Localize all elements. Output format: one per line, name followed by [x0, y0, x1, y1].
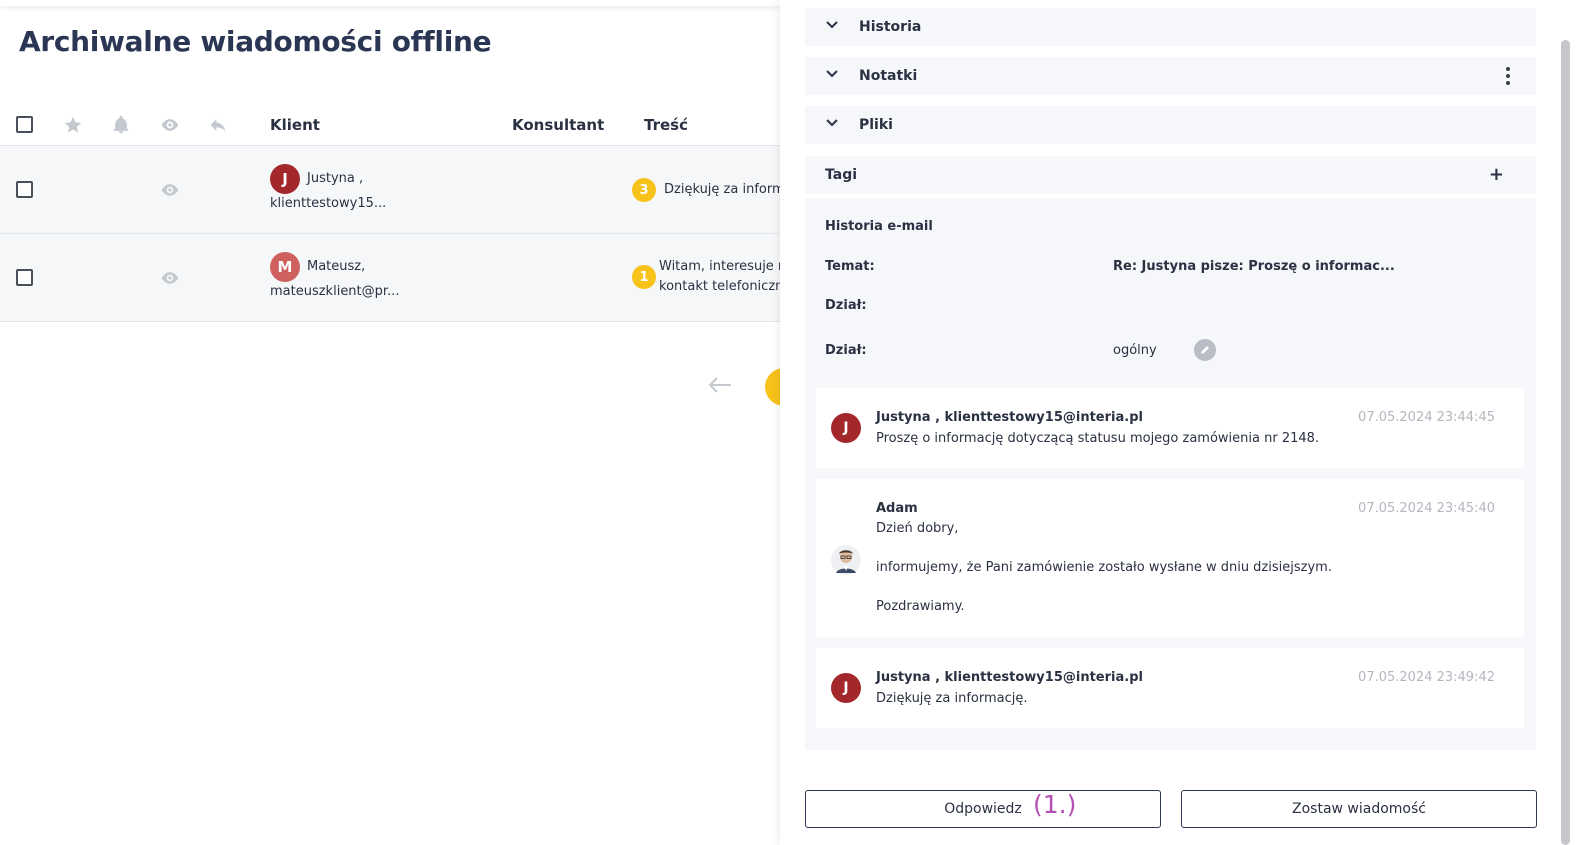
client-name: Justyna , [307, 171, 364, 186]
content-preview: Dziękuję za informa [664, 182, 790, 197]
client-email: mateuszklient@pr... [270, 284, 400, 299]
topbar-shadow [0, 0, 790, 6]
message-body: Proszę o informację dotyczącą statusu mo… [876, 431, 1320, 446]
edit-department-icon[interactable] [1194, 339, 1216, 361]
table-header: Klient Konsultant Treść [0, 106, 790, 146]
message-author: Adam [876, 501, 918, 516]
email-history-heading: Historia e-mail [825, 219, 933, 234]
select-all-checkbox[interactable] [16, 116, 33, 133]
subject-label: Temat: [825, 259, 875, 274]
consultant-avatar [831, 545, 861, 575]
avatar: J [270, 164, 300, 194]
bell-icon[interactable] [111, 115, 131, 135]
row-checkbox[interactable] [16, 181, 33, 198]
message-body-line: Pozdrawiamy. [876, 599, 965, 614]
section-notes[interactable]: Notatki [805, 57, 1536, 95]
section-files[interactable]: Pliki [805, 106, 1536, 144]
avatar: J [831, 673, 861, 703]
message-date: 07.05.2024 23:49:42 [1358, 670, 1495, 685]
arrow-left-icon[interactable] [707, 375, 733, 395]
more-options-icon[interactable] [1506, 67, 1510, 85]
row-checkbox[interactable] [16, 269, 33, 286]
avatar: J [831, 413, 861, 443]
email-history: Historia e-mail Temat: Re: Justyna pisze… [805, 198, 1536, 750]
chevron-down-icon [826, 119, 838, 127]
message-date: 07.05.2024 23:44:45 [1358, 410, 1495, 425]
subject-value: Re: Justyna pisze: Proszę o informac... [1113, 259, 1395, 274]
message-author: Justyna , klienttestowy15@interia.pl [876, 410, 1143, 425]
section-files-label: Pliki [859, 117, 893, 133]
message-count-badge: 3 [632, 178, 656, 202]
section-tags-label: Tagi [825, 167, 858, 183]
message-date: 07.05.2024 23:45:40 [1358, 501, 1495, 516]
message-body-line: informujemy, że Pani zamówienie zostało … [876, 560, 1332, 575]
panel-scrollbar[interactable] [1561, 40, 1570, 845]
table-row[interactable]: J Justyna , klienttestowy15... 3 Dziękuj… [0, 146, 790, 234]
column-consultant[interactable]: Konsultant [512, 116, 604, 134]
section-notes-label: Notatki [859, 68, 918, 84]
email-message: J Justyna , klienttestowy15@interia.pl 0… [816, 388, 1524, 468]
avatar: M [270, 252, 300, 282]
section-history-label: Historia [859, 19, 922, 35]
email-message: J Justyna , klienttestowy15@interia.pl 0… [816, 648, 1524, 728]
annotation-label: (1.) [1033, 790, 1077, 819]
eye-icon[interactable] [158, 115, 182, 135]
email-message: Adam 07.05.2024 23:45:40 Dzień dobry, in… [816, 479, 1524, 637]
eye-icon[interactable] [158, 268, 182, 288]
table-row[interactable]: M Mateusz, mateuszklient@pr... 1 Witam, … [0, 234, 790, 322]
department-value: ogólny [1113, 343, 1157, 358]
message-author: Justyna , klienttestowy15@interia.pl [876, 670, 1143, 685]
chevron-down-icon [826, 70, 838, 78]
column-content[interactable]: Treść [644, 116, 688, 134]
department-label: Dział: [825, 343, 867, 358]
eye-icon[interactable] [158, 180, 182, 200]
client-name: Mateusz, [307, 259, 366, 274]
message-detail-panel: Historia Notatki Pliki Tagi + Historia e… [780, 0, 1588, 845]
content-preview: Witam, interesuje m [659, 259, 790, 274]
page-title: Archiwalne wiadomości offline [19, 25, 492, 58]
message-count-badge: 1 [632, 265, 656, 289]
content-preview-line2: kontakt telefoniczny [659, 279, 790, 294]
section-history[interactable]: Historia [805, 8, 1536, 46]
archive-list-pane: Archiwalne wiadomości offline Klient Kon… [0, 0, 790, 845]
message-body-line: Dzień dobry, [876, 521, 959, 536]
column-client[interactable]: Klient [270, 116, 320, 134]
reply-icon[interactable] [207, 115, 229, 135]
leave-message-button[interactable]: Zostaw wiadomość [1181, 790, 1537, 828]
star-icon[interactable] [63, 115, 83, 135]
client-email: klienttestowy15... [270, 196, 387, 211]
reply-button[interactable]: Odpowiedz [805, 790, 1161, 828]
department-label: Dział: [825, 298, 867, 313]
message-body: Dziękuję za informację. [876, 691, 1028, 706]
section-tags: Tagi + [805, 156, 1536, 194]
add-tag-icon[interactable]: + [1489, 164, 1504, 185]
chevron-down-icon [826, 21, 838, 29]
